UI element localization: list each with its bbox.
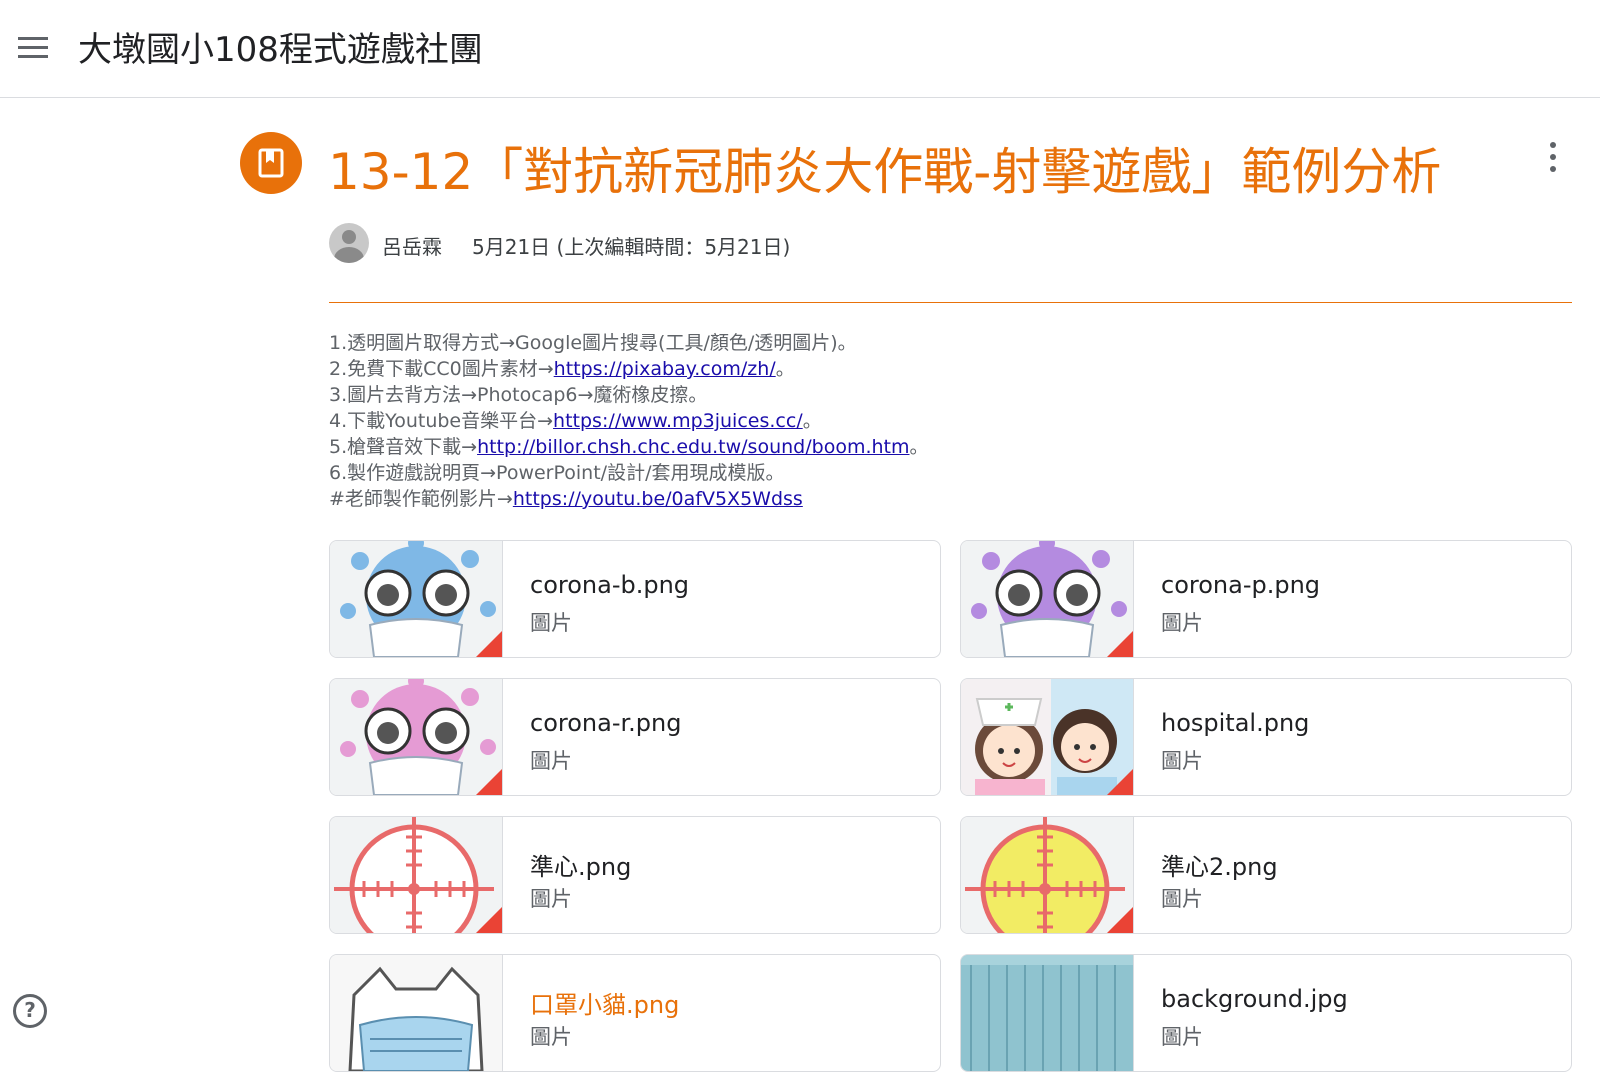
attachment-card[interactable]: background.jpg 圖片	[960, 954, 1572, 1072]
attachment-name: corona-p.png	[1161, 571, 1321, 599]
post-title: 13-12「對抗新冠肺炎大作戰-射擊遊戲」範例分析	[328, 143, 1442, 201]
attachment-card[interactable]: 準心2.png 圖片	[960, 816, 1572, 934]
attachment-type: 圖片	[1161, 1025, 1203, 1049]
attachment-type: 圖片	[530, 749, 572, 773]
attachment-type: 圖片	[530, 611, 572, 635]
mp3juices-link[interactable]: https://www.mp3juices.cc/	[553, 410, 803, 432]
virus-blue-thumbnail	[330, 541, 503, 657]
attachment-name: background.jpg	[1161, 985, 1348, 1013]
description-line: 1.透明圖片取得方式→Google圖片搜尋(工具/顏色/透明圖片)。	[329, 332, 857, 354]
attachment-name: corona-r.png	[530, 709, 682, 737]
corner-fold-icon	[476, 631, 502, 657]
class-title[interactable]: 大墩國小108程式遊戲社團	[78, 22, 483, 71]
author-name: 呂岳霖	[382, 235, 442, 259]
crosshair-yellow-thumbnail	[961, 817, 1134, 933]
more-options-icon[interactable]	[1538, 138, 1568, 178]
attachment-type: 圖片	[530, 887, 572, 911]
attachment-type: 圖片	[1161, 749, 1203, 773]
attachment-card[interactable]: corona-b.png 圖片	[329, 540, 941, 658]
hamburger-menu-icon[interactable]	[14, 28, 54, 68]
attachment-name: corona-b.png	[530, 571, 690, 599]
wood-background-thumbnail	[961, 955, 1134, 1071]
attachment-type: 圖片	[530, 1025, 572, 1049]
description-line: 6.製作遊戲說明頁→PowerPoint/設計/套用現成模版。	[329, 462, 785, 484]
title-divider	[329, 302, 1572, 303]
attachment-name: hospital.png	[1161, 709, 1310, 737]
attachment-card[interactable]: 口罩小貓.png 圖片	[329, 954, 941, 1072]
help-icon[interactable]: ?	[13, 994, 47, 1028]
corner-fold-icon	[476, 907, 502, 933]
description-line: 2.免費下載CC0圖片素材→https://pixabay.com/zh/。	[329, 358, 795, 380]
nurse-doctor-thumbnail	[961, 679, 1134, 795]
corner-fold-icon	[476, 769, 502, 795]
crosshair-white-thumbnail	[330, 817, 503, 933]
attachment-card[interactable]: corona-p.png 圖片	[960, 540, 1572, 658]
attachment-card[interactable]: corona-r.png 圖片	[329, 678, 941, 796]
attachment-card[interactable]: 準心.png 圖片	[329, 816, 941, 934]
post-date: 5月21日 (上次編輯時間：5月21日)	[472, 235, 791, 259]
description-line: 4.下載Youtube音樂平台→https://www.mp3juices.cc…	[329, 410, 822, 432]
masked-cat-thumbnail	[330, 955, 503, 1071]
boom-sound-link[interactable]: http://billor.chsh.chc.edu.tw/sound/boom…	[477, 436, 909, 458]
attachment-name: 準心2.png	[1161, 853, 1278, 881]
description-line: 5.槍聲音效下載→http://billor.chsh.chc.edu.tw/s…	[329, 436, 929, 458]
corner-fold-icon	[1107, 907, 1133, 933]
description-line: 3.圖片去背方法→Photocap6→魔術橡皮擦。	[329, 384, 708, 406]
corner-fold-icon	[1107, 631, 1133, 657]
top-app-bar: 大墩國小108程式遊戲社團	[0, 0, 1600, 98]
material-bookmark-icon	[240, 132, 302, 194]
attachment-type: 圖片	[1161, 611, 1203, 635]
attachment-name: 準心.png	[530, 853, 632, 881]
attachment-card[interactable]: hospital.png 圖片	[960, 678, 1572, 796]
attachment-name: 口罩小貓.png	[530, 991, 680, 1019]
virus-purple-thumbnail	[961, 541, 1134, 657]
attachment-type: 圖片	[1161, 887, 1203, 911]
virus-pink-thumbnail	[330, 679, 503, 795]
description-line: #老師製作範例影片→https://youtu.be/0afV5X5Wdss	[329, 488, 803, 510]
corner-fold-icon	[1107, 769, 1133, 795]
author-avatar	[329, 223, 369, 263]
post-description: 1.透明圖片取得方式→Google圖片搜尋(工具/顏色/透明圖片)。 2.免費下…	[329, 330, 1569, 512]
youtube-video-link[interactable]: https://youtu.be/0afV5X5Wdss	[513, 488, 803, 510]
pixabay-link[interactable]: https://pixabay.com/zh/	[554, 358, 776, 380]
